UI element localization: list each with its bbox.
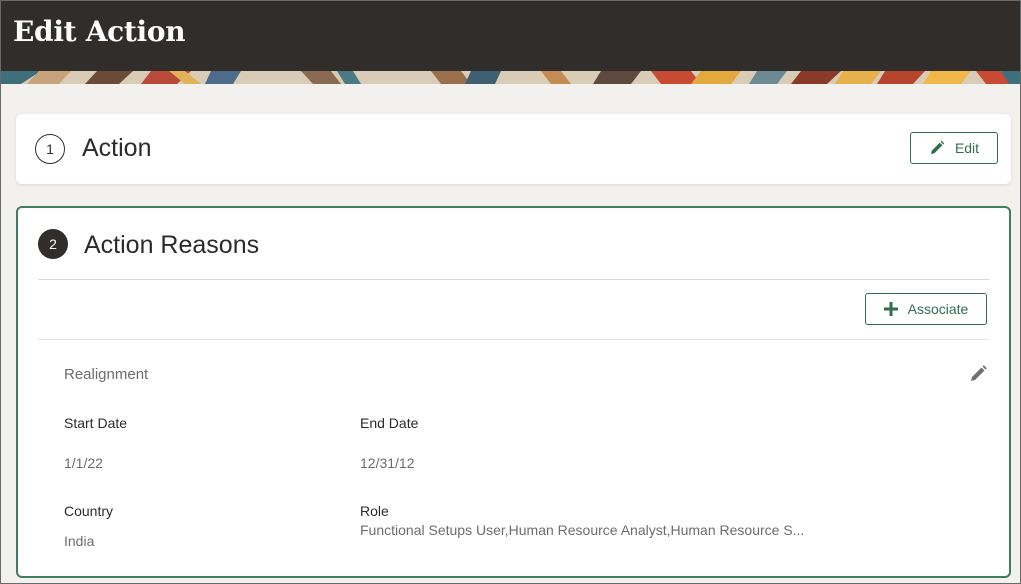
pencil-icon — [930, 140, 945, 154]
page-title: Edit Action — [13, 15, 186, 48]
decorative-banner — [1, 71, 1020, 84]
toolbar-divider — [38, 339, 989, 340]
start-date-value: 1/1/22 — [64, 455, 103, 471]
country-value: India — [64, 533, 95, 549]
page-header: Edit Action — [1, 1, 1020, 71]
country-label: Country — [64, 503, 114, 519]
section-action-reasons-card: 2 Action Reasons Associate Realignment S… — [16, 206, 1011, 578]
plus-icon — [883, 302, 898, 316]
end-date-label: End Date — [360, 415, 419, 431]
step-number-badge: 1 — [35, 134, 65, 164]
section-title-action: Action — [82, 134, 152, 162]
section-action-card: 1 Action Edit — [16, 114, 1011, 184]
step-number-badge: 2 — [38, 229, 68, 259]
edit-reason-button[interactable] — [968, 364, 988, 384]
associate-button[interactable]: Associate — [865, 293, 987, 325]
reason-name: Realignment — [64, 366, 149, 383]
banner-pattern-icon — [1, 71, 1020, 84]
role-value: Functional Setups User,Human Resource An… — [360, 522, 805, 538]
associate-button-label: Associate — [907, 301, 969, 317]
role-label: Role — [360, 503, 389, 519]
end-date-value: 12/31/12 — [360, 455, 415, 471]
pencil-icon — [971, 365, 987, 381]
section-title-action-reasons: Action Reasons — [84, 231, 260, 259]
edit-button[interactable]: Edit — [910, 132, 998, 164]
section-divider — [38, 279, 989, 280]
edit-button-label: Edit — [954, 140, 980, 156]
start-date-label: Start Date — [64, 415, 128, 431]
